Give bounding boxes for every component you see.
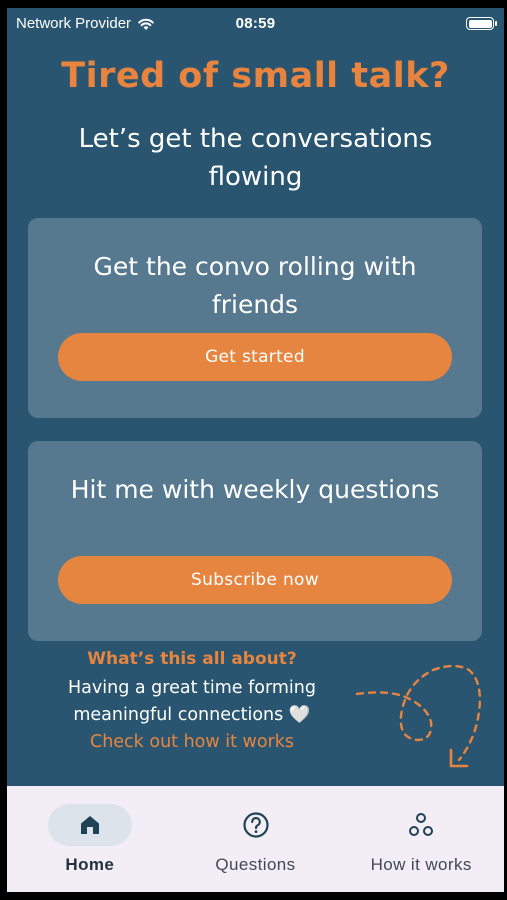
tab-how-it-works[interactable]: How it works — [338, 786, 504, 892]
three-circles-icon — [409, 813, 434, 836]
question-circle-icon — [242, 812, 269, 838]
weekly-card-title: Hit me with weekly questions — [70, 475, 440, 504]
tab-questions-label: Questions — [215, 855, 296, 874]
home-icon — [80, 816, 99, 834]
bottom-tab-bar: Home Questions How it works — [7, 786, 504, 892]
weekly-card: Hit me with weekly questions Subscribe n… — [28, 441, 482, 641]
battery-full-icon — [466, 17, 497, 30]
tab-how-it-works-label: How it works — [370, 855, 472, 874]
friends-card: Get the convo rolling with friends Get s… — [28, 218, 482, 418]
subscribe-now-button[interactable]: Subscribe now — [58, 556, 452, 604]
tab-home[interactable]: Home — [7, 786, 173, 892]
status-time: 08:59 — [235, 15, 276, 32]
app-screen: Network Provider 08:59 Tired of small ta… — [7, 8, 504, 892]
tab-home-indicator — [47, 804, 132, 846]
how-it-works-link[interactable]: Check out how it works — [90, 729, 294, 755]
status-bar: Network Provider 08:59 — [7, 8, 504, 38]
page-subtitle: Let’s get the conversations flowing — [78, 124, 433, 192]
tab-how-it-works-indicator — [379, 804, 463, 846]
get-started-button[interactable]: Get started — [58, 333, 452, 381]
tab-questions[interactable]: Questions — [173, 786, 339, 892]
info-heading: What’s this all about? — [87, 649, 297, 669]
info-section: What’s this all about? Having a great ti… — [42, 648, 342, 755]
info-body: Having a great time forming meaningful c… — [68, 678, 316, 725]
dashed-arrow-doodle-icon — [355, 664, 482, 768]
tab-questions-indicator — [214, 804, 298, 846]
friends-card-title: Get the convo rolling with friends — [93, 252, 417, 319]
tab-home-label: Home — [65, 855, 115, 874]
page-title: Tired of small talk? — [61, 56, 450, 96]
